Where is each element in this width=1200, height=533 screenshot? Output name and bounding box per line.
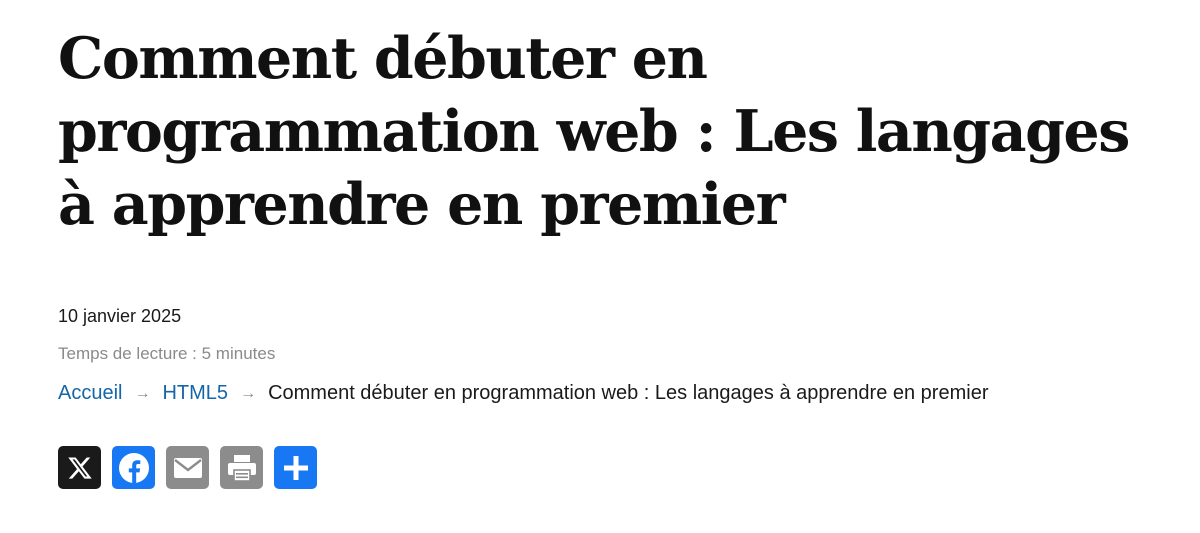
breadcrumb-arrow-icon: → — [240, 384, 257, 402]
reading-time: Temps de lecture : 5 minutes — [58, 344, 276, 363]
share-facebook-button[interactable] — [112, 446, 155, 489]
breadcrumb: Accueil → HTML5 → Comment débuter en pro… — [58, 382, 988, 405]
publish-date: 10 janvier 2025 — [58, 306, 182, 326]
breadcrumb-arrow-icon: → — [134, 384, 151, 402]
breadcrumb-link-home[interactable]: Accueil — [58, 382, 122, 405]
email-icon — [173, 457, 202, 478]
article-header: Comment débuter en programmation web : L… — [58, 22, 1168, 241]
printer-icon — [227, 454, 256, 482]
page-title: Comment débuter en programmation web : L… — [58, 25, 1130, 238]
breadcrumb-link-html5[interactable]: HTML5 — [162, 382, 228, 405]
x-logo-icon — [67, 456, 92, 479]
plus-icon — [283, 455, 308, 480]
share-email-button[interactable] — [166, 446, 209, 489]
share-more-button[interactable] — [274, 446, 317, 489]
share-bar — [58, 446, 317, 489]
share-x-button[interactable] — [58, 446, 101, 489]
breadcrumb-current: Comment débuter en programmation web : L… — [268, 382, 989, 404]
facebook-icon — [118, 452, 149, 483]
share-print-button[interactable] — [220, 446, 263, 489]
